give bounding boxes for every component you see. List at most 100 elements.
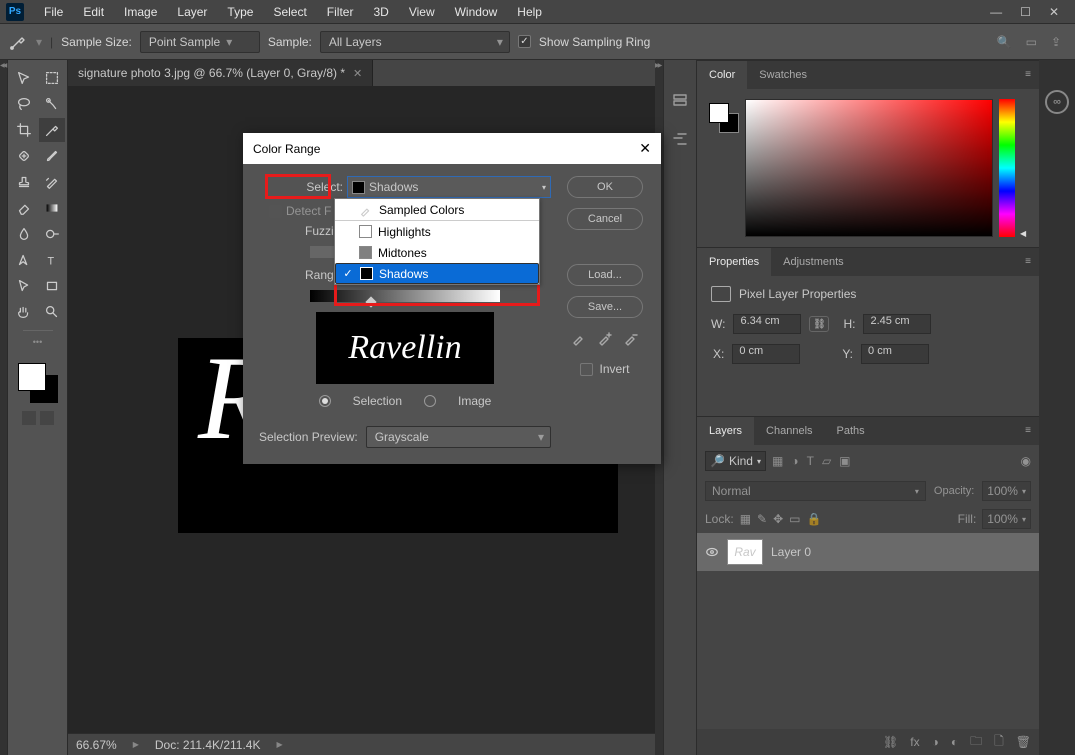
layer-filter-select[interactable]: 🔎Kind▾ [705,451,766,471]
link-wh-icon[interactable]: ⛓ [809,316,829,332]
fx-icon[interactable]: fx [910,735,919,749]
crop-tool[interactable] [11,118,37,142]
share-icon[interactable]: ⇪ [1051,35,1061,49]
group-icon[interactable]: 🗀 [970,732,982,753]
stamp-tool[interactable] [11,170,37,194]
creative-cloud-icon[interactable]: ∞ [1045,90,1069,114]
history-brush-tool[interactable] [39,170,65,194]
history-panel-icon[interactable] [670,90,690,110]
menu-layer[interactable]: Layer [167,0,217,24]
dd-shadows[interactable]: ✓Shadows [335,263,539,284]
layer-thumbnail[interactable]: Rav [727,539,763,565]
healing-tool[interactable] [11,144,37,168]
menu-help[interactable]: Help [507,0,552,24]
filter-shape-icon[interactable]: ▱ [822,454,831,468]
menu-3d[interactable]: 3D [363,0,398,24]
image-radio[interactable] [424,395,436,407]
lock-all-icon[interactable]: 🔒 [807,512,822,526]
hue-slider[interactable] [999,99,1015,237]
gradient-tool[interactable] [39,196,65,220]
menu-window[interactable]: Window [445,0,508,24]
tab-swatches[interactable]: Swatches [747,61,819,89]
search-icon[interactable]: 🔍 [997,35,1012,49]
maximize-icon[interactable]: ☐ [1020,5,1031,19]
show-ring-checkbox[interactable]: ✓ [518,35,531,48]
invert-checkbox[interactable] [580,363,593,376]
selection-preview-select[interactable]: Grayscale▾ [366,426,551,448]
tab-adjustments[interactable]: Adjustments [771,248,856,276]
sample-select[interactable]: All Layers▾ [320,31,510,53]
eyedropper-minus-icon[interactable] [623,330,639,346]
filter-type-icon[interactable]: T [807,454,814,468]
lock-move-icon[interactable]: ✥ [773,512,783,526]
load-button[interactable]: Load... [567,264,643,286]
eyedropper-icon[interactable] [571,330,587,346]
link-layers-icon[interactable]: ⛓ [883,735,898,749]
menu-select[interactable]: Select [263,0,316,24]
opacity-input[interactable]: 100%▾ [982,481,1031,501]
quick-select-tool[interactable] [39,92,65,116]
zoom-level[interactable]: 66.67% [76,738,117,752]
tab-channels[interactable]: Channels [754,417,824,445]
mask-icon[interactable]: ◑ [932,735,939,749]
quick-mask-icon[interactable] [22,411,36,425]
lock-pixels-icon[interactable]: ▦ [740,512,751,526]
eraser-tool[interactable] [11,196,37,220]
width-input[interactable]: 6.34 cm [733,314,801,334]
tab-color[interactable]: Color [697,61,747,89]
menu-type[interactable]: Type [217,0,263,24]
adjustment-icon[interactable]: ◐ [951,735,958,749]
layer-row[interactable]: Rav Layer 0 [697,533,1039,571]
zoom-tool[interactable] [39,300,65,324]
close-dialog-icon[interactable]: ✕ [639,140,651,157]
save-button[interactable]: Save... [567,296,643,318]
menu-edit[interactable]: Edit [73,0,114,24]
filter-smart-icon[interactable]: ▣ [839,454,850,468]
selection-radio[interactable] [319,395,331,407]
lock-artboard-icon[interactable]: ▭ [789,512,800,526]
close-app-icon[interactable]: ✕ [1049,5,1059,19]
sample-size-select[interactable]: Point Sample▾ [140,31,260,53]
cancel-button[interactable]: Cancel [567,208,643,230]
brush-tool[interactable] [39,144,65,168]
filter-toggle[interactable]: ◉ [1021,454,1031,468]
tab-layers[interactable]: Layers [697,417,754,445]
tab-paths[interactable]: Paths [825,417,877,445]
fill-input[interactable]: 100%▾ [982,509,1031,529]
height-input[interactable]: 2.45 cm [863,314,931,334]
eyedropper-plus-icon[interactable] [597,330,613,346]
color-field[interactable] [745,99,993,237]
visibility-icon[interactable] [705,545,719,559]
move-tool[interactable] [11,66,37,90]
hand-tool[interactable] [11,300,37,324]
panel-menu-icon[interactable]: ≡ [1025,61,1039,89]
eyedropper-tool[interactable] [39,118,65,142]
marquee-tool[interactable] [39,66,65,90]
dd-sampled-colors[interactable]: Sampled Colors [335,199,539,220]
new-layer-icon[interactable]: 🗋 [994,732,1004,753]
blend-mode-select[interactable]: Normal▾ [705,481,926,501]
y-input[interactable]: 0 cm [861,344,929,364]
dodge-tool[interactable] [39,222,65,246]
dd-midtones[interactable]: Midtones [335,242,539,263]
minimize-icon[interactable]: — [990,5,1002,19]
close-tab-icon[interactable]: ✕ [353,67,362,80]
lasso-tool[interactable] [11,92,37,116]
pen-tool[interactable] [11,248,37,272]
menu-filter[interactable]: Filter [317,0,364,24]
panel-menu-icon[interactable]: ≡ [1025,417,1039,445]
path-select-tool[interactable] [11,274,37,298]
info-panel-icon[interactable] [670,130,690,150]
document-tab[interactable]: signature photo 3.jpg @ 66.7% (Layer 0, … [68,60,373,86]
menu-image[interactable]: Image [114,0,167,24]
lock-paint-icon[interactable]: ✎ [757,512,767,526]
tab-properties[interactable]: Properties [697,248,771,276]
ok-button[interactable]: OK [567,176,643,198]
type-tool[interactable]: T [39,248,65,272]
menu-file[interactable]: File [34,0,73,24]
menu-view[interactable]: View [399,0,445,24]
tool-panel-collapse[interactable] [0,60,8,755]
color-swatches[interactable] [16,361,60,405]
workspace-icon[interactable]: ▭ [1026,35,1037,49]
select-dropdown[interactable]: Shadows▾ [347,176,551,198]
